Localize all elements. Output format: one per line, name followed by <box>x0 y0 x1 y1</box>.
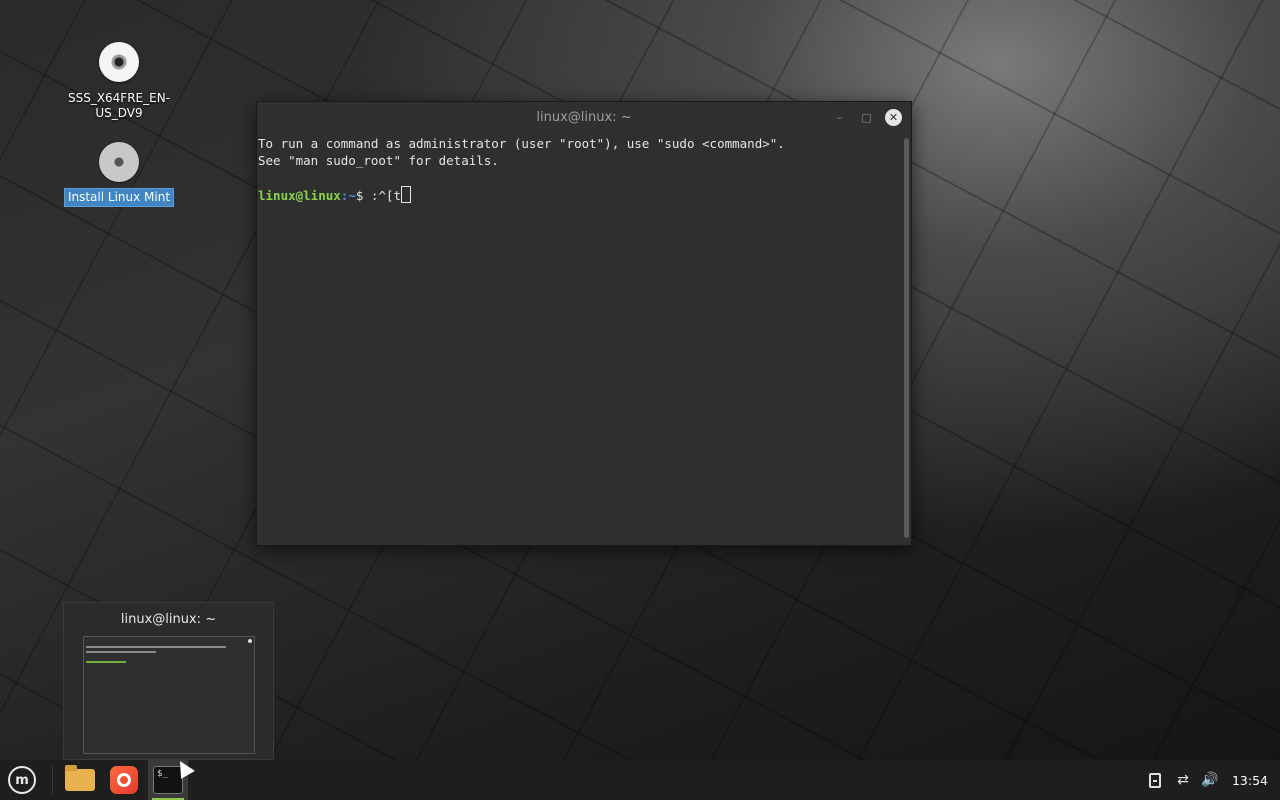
preview-thumbnail[interactable] <box>83 636 255 754</box>
minimize-button[interactable]: – <box>831 109 848 126</box>
menu-button[interactable]: m <box>4 760 40 800</box>
prompt-path: :~ <box>340 188 356 203</box>
thumbnail-prompt-line <box>86 661 126 663</box>
disc-icon <box>99 142 139 182</box>
maximize-button[interactable]: □ <box>858 109 875 126</box>
terminal-line: See "man sudo_root" for details. <box>258 153 499 168</box>
terminal-window[interactable]: linux@linux: ~ – □ ✕ To run a command as… <box>256 101 912 546</box>
firefox-icon <box>110 766 138 794</box>
desktop-icon-install-linux-mint[interactable]: Install Linux Mint <box>63 142 175 207</box>
window-preview[interactable]: linux@linux: ~ <box>63 602 274 760</box>
desktop-icon-label: Install Linux Mint <box>63 188 175 207</box>
clock[interactable]: 13:54 <box>1226 760 1274 800</box>
terminal-output[interactable]: To run a command as administrator (user … <box>257 133 899 545</box>
desktop-icon-label: SSS_X64FRE_EN-US_DV9 <box>67 91 171 120</box>
volume-tray-button[interactable]: 🔊 <box>1198 760 1222 800</box>
notes-tray-button[interactable] <box>1144 760 1166 800</box>
window-titlebar[interactable]: linux@linux: ~ – □ ✕ <box>257 102 911 133</box>
prompt-symbol: $ <box>355 188 371 203</box>
close-button[interactable]: ✕ <box>885 109 902 126</box>
disc-icon <box>99 42 139 82</box>
text-cursor <box>401 186 412 203</box>
folder-icon <box>65 765 95 791</box>
network-tray-button[interactable]: ⇄ <box>1172 760 1194 800</box>
panel-separator <box>52 766 53 794</box>
files-launcher[interactable] <box>60 760 100 800</box>
prompt-user: linux@linux <box>258 188 341 203</box>
command-input[interactable]: :^[t <box>371 188 401 203</box>
thumbnail-close-dot <box>248 639 252 643</box>
terminal-line: To run a command as administrator (user … <box>258 136 785 151</box>
window-title: linux@linux: ~ <box>536 110 632 125</box>
firefox-launcher[interactable] <box>104 760 144 800</box>
scrollbar[interactable] <box>904 138 909 538</box>
notes-icon <box>1149 772 1161 788</box>
thumbnail-text-line <box>86 646 226 648</box>
linux-mint-logo-icon: m <box>8 766 36 794</box>
desktop-icon-dvd[interactable]: SSS_X64FRE_EN-US_DV9 <box>63 42 175 122</box>
prompt-line: linux@linux:~$ :^[t <box>258 186 898 204</box>
thumbnail-text-line <box>86 651 156 653</box>
volume-icon: 🔊 <box>1201 772 1219 788</box>
preview-title: linux@linux: ~ <box>120 612 217 627</box>
network-icon: ⇄ <box>1177 772 1189 788</box>
